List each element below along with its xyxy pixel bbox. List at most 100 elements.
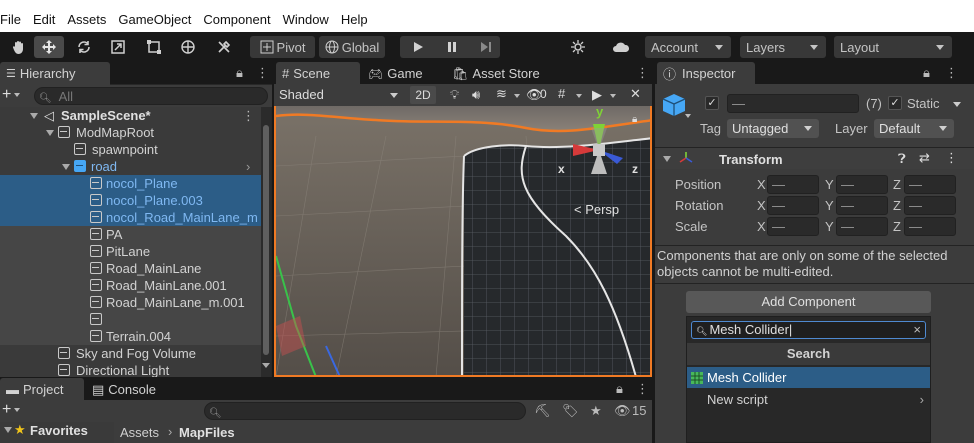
tab-asset-store[interactable]: 🛍︎ Asset Store [446,62,556,85]
cloud-icon[interactable] [606,36,636,58]
menu-component[interactable]: Component [203,12,278,27]
rect-tool-icon[interactable] [140,36,168,58]
transform-tool-icon[interactable] [174,36,202,58]
tree-row-road-mainlane[interactable]: Road_MainLane [0,260,270,277]
kebab-menu-icon[interactable]: ⋮ [945,65,958,81]
grid-dropdown-icon[interactable] [576,94,582,98]
kebab-menu-icon[interactable]: ⋮ [636,65,649,81]
position-y-field[interactable]: — [836,175,888,194]
tree-row-road-mainlane-m-001[interactable]: Road_MainLane_m.001 [0,294,270,311]
tree-row-modmaproot[interactable]: ModMapRoot [0,124,270,141]
menu-gameobject[interactable]: GameObject [118,12,199,27]
tree-row-sky-fog[interactable]: Sky and Fog Volume [0,345,270,362]
lock-icon[interactable]: 🔒︎ [236,65,243,81]
static-dropdown-icon[interactable] [953,102,961,107]
hidden-packages-icon[interactable]: 👁︎ [614,403,631,419]
custom-tools-icon[interactable] [210,36,238,58]
tree-row-directional-light[interactable]: Directional Light [0,362,270,377]
hand-tool-icon[interactable] [6,36,32,58]
transform-header[interactable]: Transform ❓︎ ⇄ ⋮ [655,147,974,169]
scroll-down-icon[interactable] [262,363,270,368]
kebab-menu-icon[interactable]: ⋮ [256,65,269,81]
search-by-type-icon[interactable]: ⛏︎ [534,403,551,419]
rotate-tool-icon[interactable] [70,36,98,58]
active-checkbox[interactable]: ✓ [705,96,719,110]
tab-console[interactable]: ▤ Console [86,378,170,401]
rotation-x-field[interactable]: — [767,196,819,215]
tree-row-nocol-road[interactable]: nocol_Road_MainLane_m [0,209,270,226]
global-button[interactable]: Global [319,36,385,58]
position-z-field[interactable]: — [904,175,956,194]
tree-row-pitlane[interactable]: PitLane [0,243,270,260]
help-icon[interactable]: ❓︎ [898,151,906,167]
tree-row-road-mainlane-001[interactable]: Road_MainLane.001 [0,277,270,294]
collapse-arrow-icon[interactable] [663,156,671,162]
expand-arrow-icon[interactable] [30,113,38,119]
perspective-label[interactable]: < Persp [574,202,619,217]
rotation-z-field[interactable]: — [904,196,956,215]
result-mesh-collider[interactable]: Mesh Collider [687,367,930,388]
tools-icon[interactable]: ✕ [630,86,641,102]
layers-dropdown[interactable]: Layers [740,36,826,58]
rotation-y-field[interactable]: — [836,196,888,215]
menu-edit[interactable]: Edit [33,12,63,27]
lightbulb-icon[interactable]: 💡︎ [450,87,459,103]
grid-snap-icon[interactable]: # [558,86,565,101]
result-new-script[interactable]: New script › [687,389,930,410]
tab-game[interactable]: 🎮︎ Game [362,62,442,85]
pause-icon[interactable] [446,41,458,56]
breadcrumb-assets[interactable]: Assets [120,425,159,440]
tab-hierarchy[interactable]: ☰ Hierarchy [0,62,110,85]
clear-search-icon[interactable]: × [913,322,921,338]
tab-project[interactable]: ▬ Project [0,378,84,401]
2d-toggle[interactable]: 2D [410,86,436,104]
lock-icon[interactable]: 🔒︎ [923,65,930,81]
tree-row-pa[interactable]: PA [0,226,270,243]
lock-icon[interactable]: 🔒︎ [616,381,623,397]
favorites-row[interactable]: ★ Favorites [0,422,114,443]
component-search-input[interactable]: 🔍︎ Mesh Collider| × [691,321,926,339]
scale-tool-icon[interactable] [104,36,132,58]
menu-assets[interactable]: Assets [67,12,114,27]
move-tool-icon[interactable] [34,36,64,58]
pivot-button[interactable]: Pivot [250,36,315,58]
layer-dropdown[interactable]: Default [874,119,954,138]
create-icon[interactable]: + [2,401,11,419]
position-x-field[interactable]: — [767,175,819,194]
chevron-right-icon[interactable]: › [246,158,250,175]
tab-scene[interactable]: # Scene [276,62,360,85]
effects-icon[interactable]: ≋ [496,86,507,102]
hierarchy-scrollbar[interactable] [261,107,271,377]
create-dropdown-icon[interactable] [14,408,20,412]
tree-row-road[interactable]: road › [0,158,270,175]
layout-dropdown[interactable]: Layout [834,36,952,58]
icon-dropdown-icon[interactable] [685,114,691,118]
menu-window[interactable]: Window [283,12,337,27]
expand-arrow-icon[interactable] [62,164,70,170]
scale-x-field[interactable]: — [767,217,819,236]
step-icon[interactable] [480,41,492,56]
label-icon[interactable]: 🏷︎ [562,403,579,419]
breadcrumb-mapfiles[interactable]: MapFiles [179,425,235,440]
kebab-menu-icon[interactable]: ⋮ [636,381,649,397]
scale-z-field[interactable]: — [904,217,956,236]
hierarchy-search-input[interactable]: 🔍︎ All [34,87,268,105]
scale-y-field[interactable]: — [836,217,888,236]
presets-icon[interactable]: ⇄ [919,150,930,166]
menu-help[interactable]: Help [341,12,376,27]
tree-row-nocol-plane-003[interactable]: nocol_Plane.003 [0,192,270,209]
scrollbar-thumb[interactable] [263,125,269,355]
gizmo-lock-icon[interactable]: 🔒︎ [632,114,637,125]
add-component-button[interactable]: Add Component [686,291,931,313]
favorite-star-icon[interactable]: ★ [590,403,602,419]
settings-gizmo-icon[interactable] [565,36,591,58]
tag-dropdown[interactable]: Untagged [727,119,819,138]
effects-dropdown-icon[interactable] [514,94,520,98]
tab-inspector[interactable]: ⓘ Inspector [657,62,755,85]
add-dropdown-icon[interactable] [14,93,20,97]
play-icon[interactable] [412,41,424,56]
account-dropdown[interactable]: Account [645,36,731,58]
tree-row-spawnpoint[interactable]: spawnpoint [0,141,270,158]
scene-menu-icon[interactable]: ⋮ [242,107,255,124]
scene-viewport[interactable]: y x z < Persp 🔒︎ [274,106,652,377]
